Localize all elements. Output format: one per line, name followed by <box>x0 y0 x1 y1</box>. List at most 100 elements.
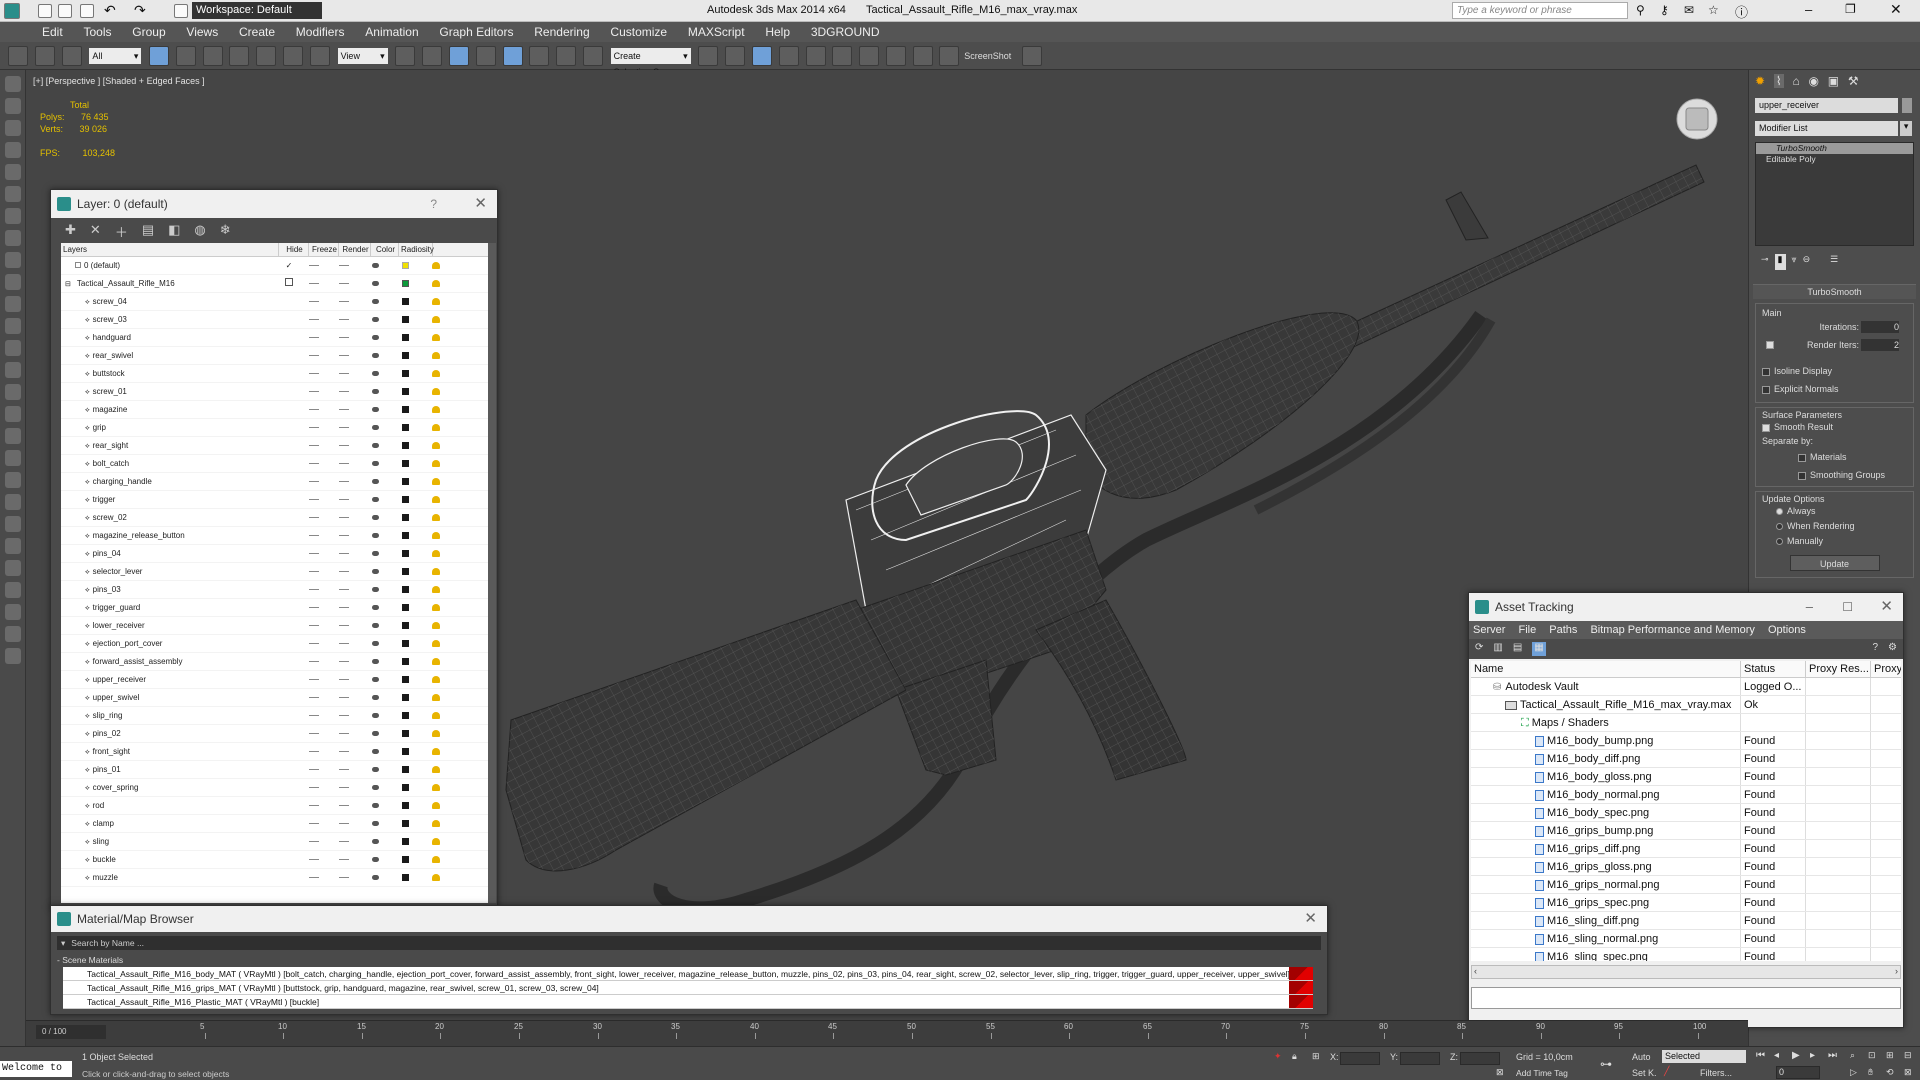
render-teapot-icon[interactable] <box>359 365 391 382</box>
asset-row[interactable]: M16_grips_gloss.png Found <box>1471 858 1901 876</box>
layer-row[interactable]: ⟡ screw_03 <box>61 311 491 329</box>
left-tool-icon[interactable] <box>5 648 21 664</box>
freeze-toggle[interactable] <box>329 653 359 670</box>
left-tool-icon[interactable] <box>5 582 21 598</box>
window-crossing-icon[interactable] <box>229 46 250 66</box>
zoom-extents-all-icon[interactable]: ⊟ <box>1904 1050 1912 1061</box>
color-swatch[interactable] <box>391 725 419 742</box>
render-teapot-icon[interactable] <box>359 671 391 688</box>
render-teapot-icon[interactable] <box>359 689 391 706</box>
hide-toggle[interactable] <box>299 473 329 490</box>
hide-toggle[interactable] <box>299 689 329 706</box>
select-manipulate-icon[interactable] <box>422 46 443 66</box>
set-key-icon[interactable]: ╱ <box>1664 1066 1669 1077</box>
time-slider[interactable]: 0 / 100 5 10 15 20 25 30 35 40 45 50 55 60 65 70 75 80 8… <box>26 1020 1748 1048</box>
hide-toggle[interactable] <box>299 545 329 562</box>
iterations-spinner[interactable]: 0 <box>1861 321 1899 333</box>
previous-frame-icon[interactable]: ◂ <box>1774 1050 1779 1061</box>
radiosity-lamp-icon[interactable] <box>419 815 453 832</box>
pin-stack-icon[interactable]: ⊸ <box>1761 254 1769 270</box>
radiosity-lamp-icon[interactable] <box>419 365 453 382</box>
hide-toggle[interactable] <box>299 617 329 634</box>
hide-toggle[interactable] <box>299 347 329 364</box>
color-swatch[interactable] <box>391 365 419 382</box>
key-icon[interactable]: ⚷ <box>1660 3 1669 17</box>
help-icon[interactable]: ⓘ <box>1735 2 1748 21</box>
set-key-button[interactable]: Set K. <box>1632 1068 1657 1078</box>
highlight-selected-icon[interactable]: ◧ <box>168 222 180 242</box>
hide-toggle[interactable] <box>299 653 329 670</box>
layer-row[interactable]: ⟡ grip <box>61 419 491 437</box>
layer-row[interactable]: ⟡ cover_spring <box>61 779 491 797</box>
render-teapot-icon[interactable] <box>359 635 391 652</box>
layer-row-default[interactable]: 0 (default) ✓ <box>61 257 491 275</box>
menu-tools[interactable]: Tools <box>74 22 120 42</box>
asset-row[interactable]: M16_sling_normal.png Found <box>1471 930 1901 948</box>
layer-row[interactable]: ⟡ pins_02 <box>61 725 491 743</box>
mirror-icon[interactable] <box>698 46 719 66</box>
named-selection-dropdown[interactable]: Create Selection S <box>610 48 691 77</box>
render-teapot-icon[interactable] <box>359 329 391 346</box>
layer-row[interactable]: ⟡ magazine_release_button <box>61 527 491 545</box>
left-tool-icon[interactable] <box>5 340 21 356</box>
align-icon[interactable] <box>725 46 746 66</box>
pan-hand-icon[interactable]: ✋︎ <box>1868 1067 1873 1078</box>
utilities-tab-icon[interactable]: ⚒ <box>1848 74 1859 88</box>
column-status[interactable]: Status <box>1741 661 1806 677</box>
radiosity-lamp-icon[interactable] <box>419 455 453 472</box>
menu-help[interactable]: Help <box>756 22 799 42</box>
menu-options[interactable]: Options <box>1768 624 1806 636</box>
hide-toggle[interactable] <box>299 743 329 760</box>
layer-row[interactable]: ⟡ clamp <box>61 815 491 833</box>
render-teapot-icon[interactable] <box>359 743 391 760</box>
goto-end-icon[interactable]: ⏭ <box>1828 1050 1837 1061</box>
hide-toggle[interactable] <box>299 527 329 544</box>
layer-row[interactable]: ⟡ muzzle <box>61 869 491 887</box>
render-teapot-icon[interactable] <box>359 491 391 508</box>
hide-toggle[interactable] <box>299 671 329 688</box>
render-teapot-icon[interactable] <box>359 833 391 850</box>
left-tool-icon[interactable] <box>5 208 21 224</box>
column-layers[interactable]: Layers <box>61 243 279 256</box>
key-filter-dropdown[interactable]: Selected <box>1662 1050 1746 1063</box>
color-swatch[interactable] <box>391 509 419 526</box>
asset-row[interactable]: M16_grips_spec.png Found <box>1471 894 1901 912</box>
expand-icon[interactable] <box>75 262 81 268</box>
hide-toggle[interactable] <box>299 329 329 346</box>
color-swatch[interactable] <box>391 671 419 688</box>
menu-paths[interactable]: Paths <box>1549 624 1577 636</box>
render-production-icon[interactable] <box>912 46 933 66</box>
menu-maxscript[interactable]: MAXScript <box>679 22 754 42</box>
column-proxy-resolution[interactable]: Proxy Res... <box>1806 661 1871 677</box>
play-icon[interactable]: ▶ <box>1792 1050 1800 1061</box>
hide-toggle[interactable] <box>299 437 329 454</box>
color-swatch[interactable] <box>391 635 419 652</box>
left-tool-icon[interactable] <box>5 538 21 554</box>
color-swatch[interactable] <box>391 419 419 436</box>
project-folder-icon[interactable] <box>174 4 188 18</box>
radiosity-lamp-icon[interactable] <box>419 689 453 706</box>
select-move-icon[interactable] <box>256 46 277 66</box>
radiosity-lamp-icon[interactable] <box>419 347 453 364</box>
left-tool-icon[interactable] <box>5 406 21 422</box>
hide-toggle[interactable] <box>299 725 329 742</box>
maximize-viewport-icon[interactable]: ⊠ <box>1904 1067 1912 1078</box>
render-teapot-icon[interactable] <box>359 599 391 616</box>
render-teapot-icon[interactable] <box>359 419 391 436</box>
freeze-toggle[interactable] <box>329 311 359 328</box>
update-when-rendering-radio[interactable] <box>1776 523 1783 531</box>
schematic-view-icon[interactable] <box>805 46 826 66</box>
explicit-normals-checkbox[interactable] <box>1762 385 1770 394</box>
left-tool-icon[interactable] <box>5 450 21 466</box>
binoculars-icon[interactable]: ⚲ <box>1636 3 1645 17</box>
minimize-icon[interactable]: – <box>1806 593 1813 621</box>
smooth-result-checkbox[interactable] <box>1762 423 1770 432</box>
render-teapot-icon[interactable] <box>359 509 391 526</box>
radiosity-lamp-icon[interactable] <box>419 671 453 688</box>
link-icon[interactable] <box>8 46 28 66</box>
radiosity-lamp-icon[interactable] <box>419 851 453 868</box>
asset-row[interactable]: M16_sling_diff.png Found <box>1471 912 1901 930</box>
menu-animation[interactable]: Animation <box>356 22 427 42</box>
layer-row[interactable]: ⟡ lower_receiver <box>61 617 491 635</box>
screenshot-icon[interactable] <box>939 46 960 66</box>
